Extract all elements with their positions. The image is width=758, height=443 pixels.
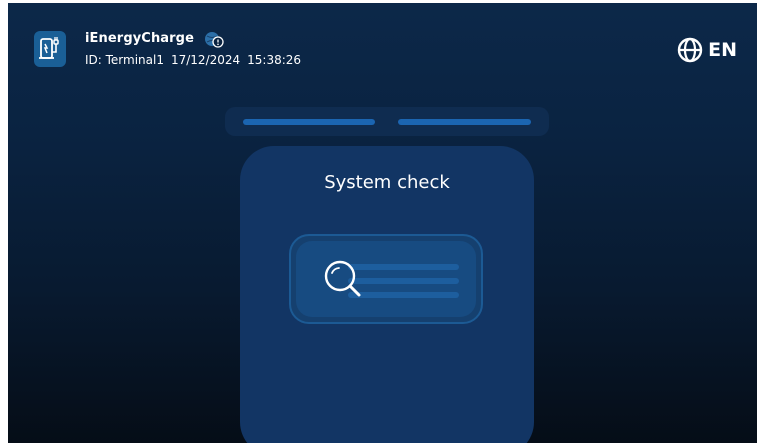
progress-step-2 xyxy=(398,119,531,125)
system-check-card: System check xyxy=(240,146,534,443)
language-code: EN xyxy=(708,39,737,61)
magnifier-icon xyxy=(324,260,361,297)
globe-alert-icon xyxy=(204,30,226,54)
current-date: 17/12/2024 xyxy=(170,53,241,67)
kiosk-screen: iEnergyCharge ID: Terminal1 17/12/2024 15:… xyxy=(8,3,757,443)
globe-icon xyxy=(677,37,703,63)
scan-illustration xyxy=(289,234,483,324)
app-name: iEnergyCharge xyxy=(85,31,195,46)
terminal-info: ID: Terminal1 17/12/2024 15:38:26 xyxy=(85,53,308,67)
ev-charger-icon xyxy=(34,31,66,67)
scan-illustration-inner xyxy=(296,241,476,317)
progress-bar xyxy=(225,107,549,136)
language-button[interactable]: EN xyxy=(677,36,737,64)
terminal-id: ID: Terminal1 xyxy=(85,53,164,67)
page-title: System check xyxy=(324,172,450,193)
progress-step-1 xyxy=(243,119,375,125)
current-time: 15:38:26 xyxy=(247,53,302,67)
